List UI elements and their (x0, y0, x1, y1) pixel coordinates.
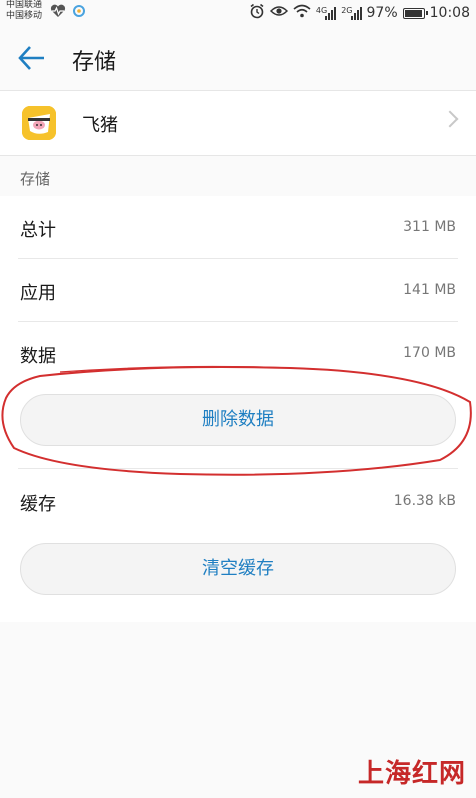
net-type-1: 4G (315, 6, 328, 15)
item-value: 170 MB (403, 345, 456, 361)
health-icon (50, 4, 66, 22)
list-item-cache: 缓存 16.38 kB (18, 470, 458, 530)
clock: 10:08 (429, 5, 470, 21)
storage-list: 总计 311 MB 应用 141 MB 数据 170 MB (0, 196, 476, 384)
list-item-app: 应用 141 MB (18, 259, 458, 322)
page-title: 存储 (72, 50, 117, 75)
wifi-icon (293, 4, 311, 22)
item-label: 总计 (20, 220, 56, 241)
carrier-info: 中国联通 中国移动 (6, 0, 42, 22)
back-arrow-icon[interactable] (16, 44, 48, 72)
item-label: 数据 (20, 346, 56, 367)
signal-2-icon: 2G (341, 6, 362, 20)
alarm-icon (249, 3, 265, 23)
delete-data-button[interactable]: 删除数据 (20, 394, 456, 446)
item-value: 311 MB (403, 219, 456, 235)
watermark: 上海红网 (357, 759, 466, 789)
net-type-2: 2G (341, 6, 353, 15)
carrier-1: 中国联通 (6, 0, 43, 10)
list-item-data: 数据 170 MB (18, 322, 458, 384)
clear-cache-button[interactable]: 清空缓存 (20, 543, 456, 595)
item-value: 141 MB (403, 282, 456, 298)
battery-percent: 97% (366, 5, 398, 21)
app-info-row[interactable]: 飞猪 (0, 90, 476, 156)
fliggy-app-icon (22, 106, 56, 140)
item-label: 缓存 (20, 494, 56, 515)
divider (18, 468, 458, 469)
sync-icon (72, 4, 86, 22)
signal-1-icon: 4G (315, 6, 337, 20)
battery-icon (402, 7, 428, 19)
list-item-total: 总计 311 MB (18, 196, 458, 259)
app-bar: 存储 (0, 26, 476, 90)
app-name: 飞猪 (82, 115, 118, 136)
item-label: 应用 (20, 283, 56, 304)
chevron-right-icon (441, 110, 459, 128)
item-value: 16.38 kB (393, 493, 456, 509)
status-bar: 中国联通 中国移动 4G 2G 97% 10:08 (0, 0, 476, 26)
eye-comfort-icon (269, 4, 288, 22)
section-header-storage: 存储 (20, 170, 51, 188)
carrier-2: 中国移动 (6, 11, 43, 21)
